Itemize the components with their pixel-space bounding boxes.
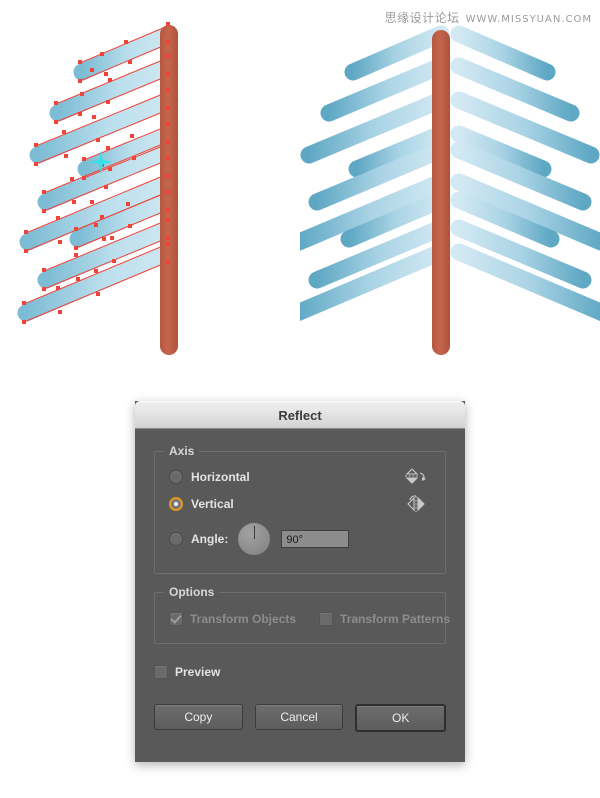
preview-row[interactable]: Preview	[154, 662, 446, 682]
transform-objects-checkbox-box[interactable]	[169, 612, 183, 626]
dialog-button-row: Copy Cancel OK	[154, 704, 447, 732]
checkbox-transform-patterns[interactable]: Transform Patterns	[319, 612, 450, 626]
radio-horizontal-label: Horizontal	[191, 470, 250, 484]
radio-row-horizontal[interactable]: Horizontal	[169, 466, 431, 488]
left-illustration-selected-branches	[17, 22, 179, 355]
axis-group-legend: Axis	[164, 444, 200, 458]
preview-label: Preview	[175, 665, 221, 679]
axis-groupbox: Axis Horizontal Vertical Angle: 90°	[154, 444, 446, 574]
right-branches-left-side	[300, 25, 450, 321]
ok-button[interactable]: OK	[355, 704, 447, 732]
angle-dial[interactable]	[237, 522, 272, 556]
options-row: Transform Objects Transform Patterns	[169, 609, 450, 629]
reflect-dialog: Reflect Axis Horizontal Vertical Angle: …	[135, 401, 465, 762]
checkbox-transform-objects[interactable]: Transform Objects	[169, 612, 296, 626]
transform-objects-label: Transform Objects	[190, 612, 297, 626]
radio-angle[interactable]	[169, 532, 183, 546]
radio-vertical-label: Vertical	[191, 497, 234, 511]
angle-row[interactable]: Angle: 90°	[169, 520, 431, 558]
right-branches-right-side	[450, 25, 600, 321]
reflect-vertical-icon	[401, 495, 431, 513]
angle-label: Angle:	[191, 532, 229, 546]
options-groupbox: Options Transform Objects Transform Patt…	[154, 585, 450, 644]
right-illustration-mirrored-tree	[300, 25, 600, 355]
copy-button[interactable]: Copy	[154, 704, 243, 730]
preview-checkbox[interactable]	[154, 665, 168, 679]
right-trunk	[432, 30, 450, 355]
dialog-body: Axis Horizontal Vertical Angle: 90° Opti…	[135, 429, 465, 732]
angle-input[interactable]: 90°	[281, 530, 350, 548]
radio-vertical[interactable]	[169, 497, 183, 511]
artwork-canvas: 思缘设计论坛 WWW.MISSYUAN.COM	[0, 0, 600, 390]
reflect-horizontal-icon	[401, 468, 431, 486]
transform-patterns-label: Transform Patterns	[340, 612, 451, 626]
transform-patterns-checkbox-box[interactable]	[319, 612, 334, 626]
radio-horizontal[interactable]	[169, 470, 183, 484]
dialog-title: Reflect	[278, 407, 322, 423]
cancel-button[interactable]: Cancel	[254, 704, 344, 730]
radio-row-vertical[interactable]: Vertical	[169, 493, 431, 515]
dialog-titlebar[interactable]: Reflect	[135, 401, 465, 429]
options-group-legend: Options	[164, 585, 220, 599]
